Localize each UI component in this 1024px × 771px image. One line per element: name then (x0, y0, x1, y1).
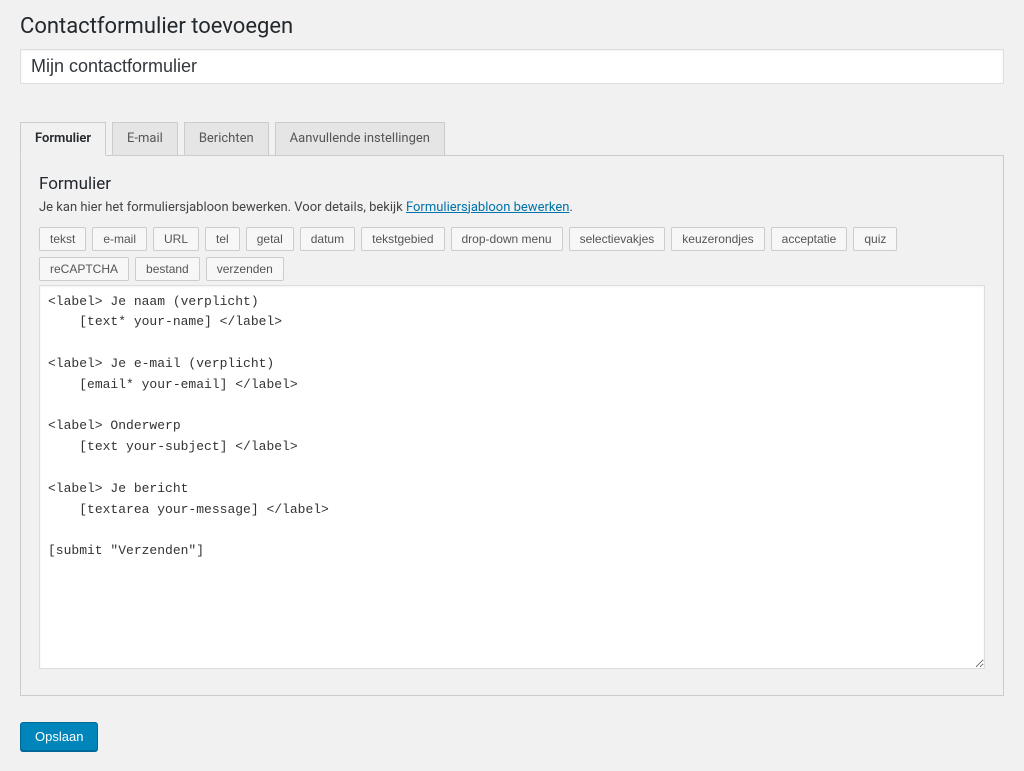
tag-button-row: tekst e-mail URL tel getal datum tekstge… (39, 227, 985, 281)
panel-heading: Formulier (39, 174, 985, 194)
tagbtn-keuzerondjes[interactable]: keuzerondjes (671, 227, 764, 251)
tagbtn-quiz[interactable]: quiz (853, 227, 897, 251)
tagbtn-datum[interactable]: datum (300, 227, 355, 251)
tagbtn-verzenden[interactable]: verzenden (206, 257, 284, 281)
tagbtn-recaptcha[interactable]: reCAPTCHA (39, 257, 129, 281)
tab-email[interactable]: E-mail (112, 122, 178, 156)
tagbtn-url[interactable]: URL (153, 227, 199, 251)
panel-description: Je kan hier het formuliersjabloon bewerk… (39, 200, 985, 215)
tab-berichten[interactable]: Berichten (184, 122, 269, 156)
tabs: Formulier E-mail Berichten Aanvullende i… (20, 122, 1004, 156)
tagbtn-tekstgebied[interactable]: tekstgebied (361, 227, 444, 251)
tab-aanvullende-instellingen[interactable]: Aanvullende instellingen (275, 122, 445, 156)
page-title: Contactformulier toevoegen (20, 14, 1004, 39)
panel-desc-text: Je kan hier het formuliersjabloon bewerk… (39, 200, 406, 215)
tagbtn-email[interactable]: e-mail (92, 227, 147, 251)
panel-desc-link[interactable]: Formuliersjabloon bewerken (406, 200, 569, 215)
tab-formulier[interactable]: Formulier (20, 122, 106, 156)
tagbtn-acceptatie[interactable]: acceptatie (771, 227, 848, 251)
save-button[interactable]: Opslaan (20, 722, 98, 751)
panel-desc-suffix: . (569, 200, 572, 215)
form-title-input[interactable] (20, 49, 1004, 84)
tagbtn-dropdown[interactable]: drop-down menu (451, 227, 563, 251)
save-row: Opslaan (20, 722, 1004, 751)
form-template-textarea[interactable] (39, 285, 985, 669)
tagbtn-bestand[interactable]: bestand (135, 257, 200, 281)
tagbtn-tekst[interactable]: tekst (39, 227, 86, 251)
panel-formulier: Formulier Je kan hier het formuliersjabl… (20, 155, 1004, 696)
tagbtn-selectievakjes[interactable]: selectievakjes (569, 227, 666, 251)
tagbtn-getal[interactable]: getal (246, 227, 294, 251)
form-title-wrap (20, 49, 1004, 84)
tagbtn-tel[interactable]: tel (205, 227, 240, 251)
